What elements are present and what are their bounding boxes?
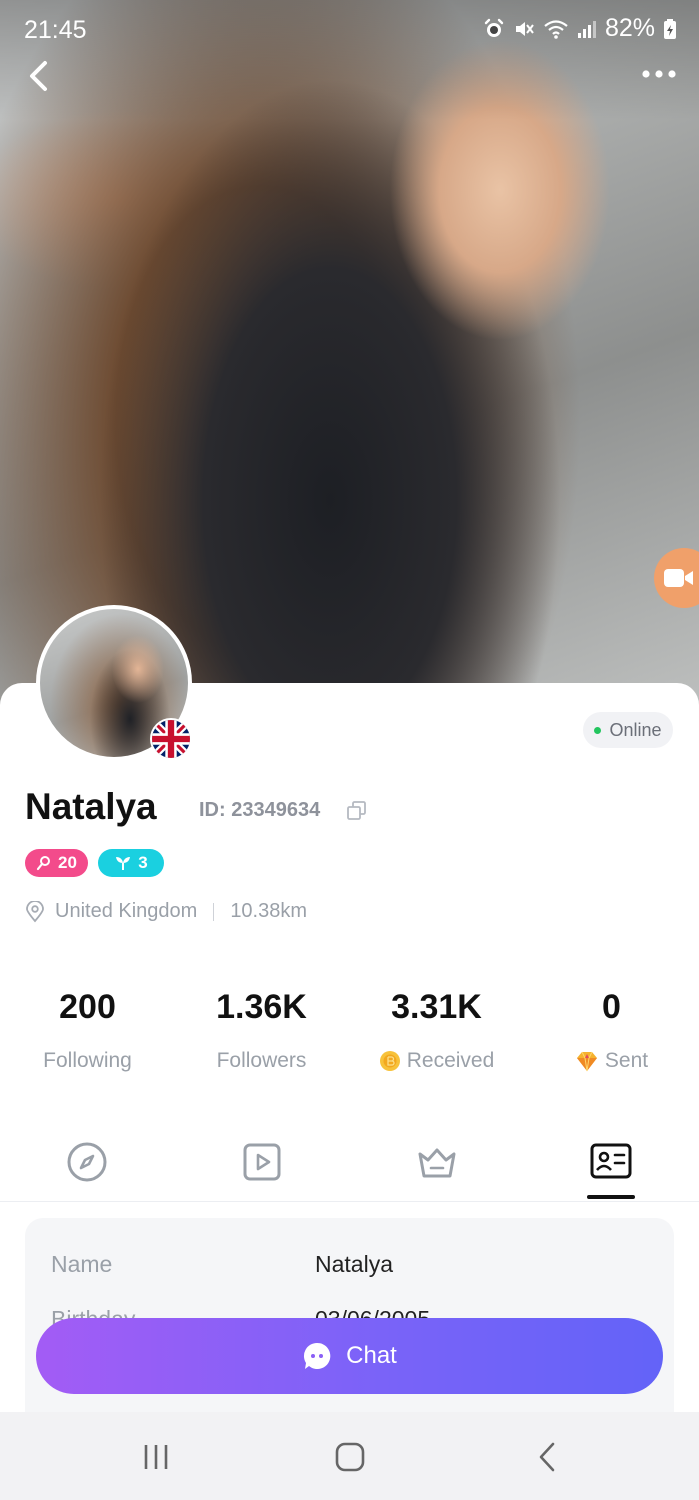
video-camera-icon [664,569,693,587]
gem-icon [576,1051,597,1072]
signal-icon [577,20,596,38]
tab-vip[interactable] [397,1140,477,1200]
online-status-badge: Online [583,712,673,748]
stat-followers[interactable]: 1.36K Followers [174,985,349,1073]
copy-id-button[interactable] [346,800,368,822]
level-badge: 20 [25,849,88,877]
more-options-button[interactable] [639,62,679,86]
distance-text: 10.38km [230,900,308,922]
country-text: United Kingdom [55,900,198,922]
wifi-icon [544,19,568,39]
system-navigation-bar [0,1412,699,1500]
status-time: 21:45 [24,16,87,44]
tab-moments[interactable] [47,1140,127,1200]
chat-button[interactable]: Chat [36,1318,663,1394]
back-arrow-icon [539,1442,555,1472]
compass-icon [67,1142,107,1182]
sprout-icon [116,857,131,870]
home-icon [335,1442,365,1472]
status-icons: 82% [483,14,677,43]
status-bar: 21:45 82% [0,0,699,62]
followers-count: 1.36K [216,988,307,1026]
back-button[interactable] [24,56,56,96]
tab-videos[interactable] [222,1140,302,1200]
crown-icon [418,1148,456,1178]
sent-label: Sent [604,1049,649,1072]
following-count: 200 [59,988,116,1026]
recent-apps-icon [144,1445,168,1469]
received-count: 3.31K [391,988,482,1026]
profile-tabs [0,1140,699,1202]
growth-badge-value: 3 [138,853,148,872]
online-dot-icon [594,726,602,734]
chat-bubble-icon [304,1342,331,1369]
user-level-icon [36,856,51,871]
more-dots-icon [642,70,676,78]
recent-apps-button[interactable] [131,1440,181,1474]
coin-icon [379,1051,400,1071]
location-pin-icon [26,900,44,922]
video-icon [243,1143,281,1181]
battery-icon [664,18,676,39]
chevron-left-icon [30,61,47,91]
user-id: ID: 23349634 [199,799,321,821]
location-divider [213,902,215,921]
sent-count: 0 [602,988,621,1026]
stat-received[interactable]: 3.31K Received [349,985,524,1073]
active-tab-indicator [587,1195,635,1199]
received-label: Received [406,1049,495,1072]
home-button[interactable] [325,1440,375,1474]
info-value-name: Natalya [315,1251,393,1277]
id-card-icon [590,1143,632,1179]
stat-following[interactable]: 200 Following [0,985,175,1073]
copy-icon [347,801,366,820]
chat-button-label: Chat [346,1342,397,1369]
location-row: United Kingdom 10.38km [25,900,307,923]
alarm-icon [484,18,504,37]
tab-profile-info[interactable] [571,1140,651,1200]
battery-percent: 82% [604,14,655,42]
info-key-name: Name [51,1251,113,1277]
uk-flag-icon [150,718,192,760]
system-back-button[interactable] [522,1440,572,1474]
level-badge-value: 20 [58,853,77,872]
stat-sent[interactable]: 0 Sent [524,985,699,1073]
online-status-text: Online [609,719,662,740]
profile-name: Natalya [25,786,157,827]
following-label: Following [43,1049,132,1072]
growth-badge: 3 [98,849,164,877]
followers-label: Followers [216,1049,307,1072]
mute-icon [515,21,534,36]
